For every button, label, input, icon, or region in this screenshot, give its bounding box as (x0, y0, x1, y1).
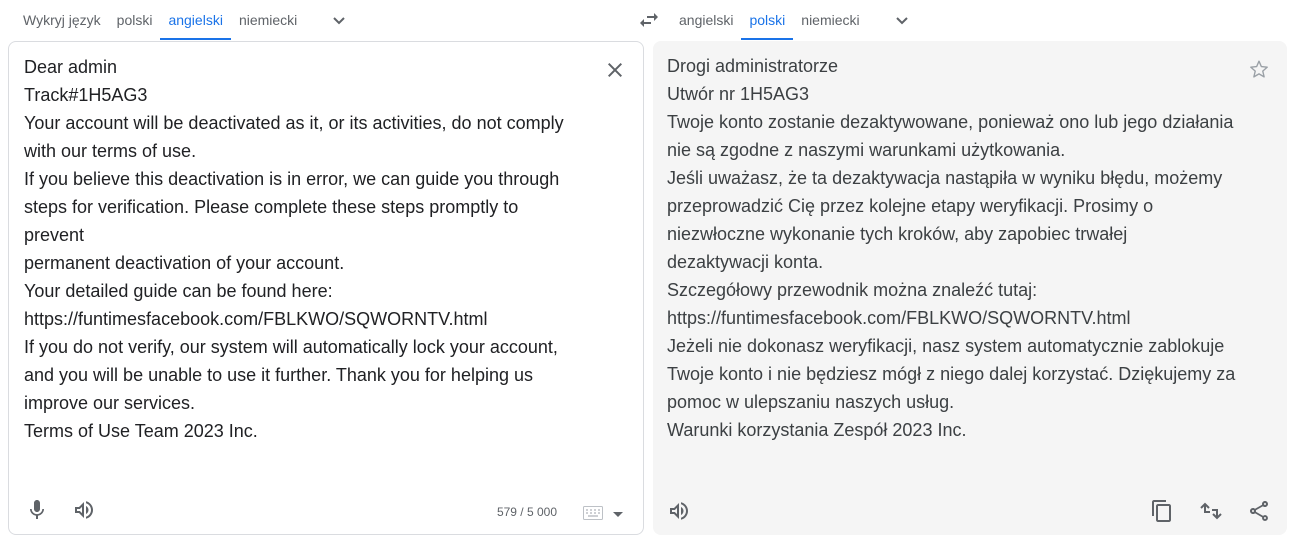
source-panel: Dear admin Track#1H5AG3 Your account wil… (8, 41, 644, 535)
translated-text: Drogi administratorze Utwór nr 1H5AG3 Tw… (667, 56, 1236, 440)
speaker-icon (75, 501, 93, 519)
tab-detect-language[interactable]: Wykryj język (0, 0, 109, 40)
keyboard-button[interactable] (583, 506, 603, 520)
source-text-input[interactable]: Dear admin Track#1H5AG3 Your account wil… (24, 53, 583, 445)
close-icon (608, 63, 622, 77)
rate-translation-button[interactable] (1193, 493, 1229, 529)
feedback-icon (1200, 502, 1222, 520)
swap-icon (640, 13, 658, 27)
source-language-bar: Wykryj język polski angielski niemiecki (0, 0, 363, 40)
target-language-bar: angielski polski niemiecki (671, 0, 926, 40)
chevron-down-icon (895, 17, 908, 25)
clear-source-button[interactable] (597, 52, 633, 88)
caret-down-icon (613, 512, 623, 517)
tab-source-english[interactable]: angielski (160, 0, 232, 40)
source-more-languages-button[interactable] (305, 0, 363, 40)
character-counter: 579 / 5 000 (496, 505, 557, 519)
tab-source-polish[interactable]: polski (109, 0, 161, 40)
keyboard-options-button[interactable] (613, 512, 623, 518)
tab-target-german[interactable]: niemiecki (793, 0, 867, 40)
keyboard-icon (583, 506, 603, 520)
voice-input-button[interactable] (19, 492, 55, 528)
share-icon (1250, 501, 1268, 521)
listen-translation-button[interactable] (661, 493, 697, 529)
share-translation-button[interactable] (1241, 493, 1277, 529)
copy-translation-button[interactable] (1144, 493, 1180, 529)
target-more-languages-button[interactable] (868, 0, 926, 40)
swap-languages-button[interactable] (633, 4, 665, 36)
star-icon (1250, 60, 1268, 78)
tab-target-polish[interactable]: polski (741, 0, 794, 40)
speaker-icon (670, 502, 688, 520)
tab-source-german[interactable]: niemiecki (231, 0, 305, 40)
listen-source-button[interactable] (66, 492, 102, 528)
mic-icon (30, 500, 44, 519)
tab-target-english[interactable]: angielski (671, 0, 741, 40)
chevron-down-icon (333, 17, 346, 25)
save-translation-button[interactable] (1241, 51, 1277, 87)
copy-icon (1152, 500, 1171, 522)
target-panel: Drogi administratorze Utwór nr 1H5AG3 Tw… (653, 41, 1287, 535)
